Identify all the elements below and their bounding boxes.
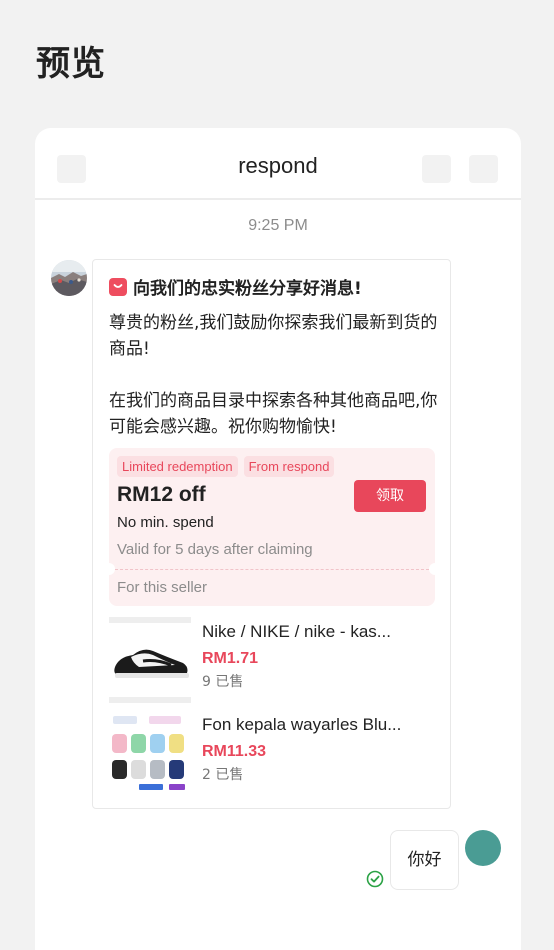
product-name: Fon kepala wayarles Blu... (202, 715, 402, 734)
voucher-validity: Valid for 5 days after claiming (117, 541, 313, 558)
voucher-amount: RM12 off (117, 483, 206, 506)
page-title: 预览 (36, 44, 106, 84)
voucher-card: Limited redemption From respond RM12 off… (103, 448, 441, 606)
voucher-notch (429, 563, 441, 575)
voucher-tag-limited: Limited redemption (117, 456, 238, 477)
product-image-earbuds (109, 710, 191, 796)
shop-avatar[interactable] (51, 260, 87, 296)
product-item[interactable]: Fon kepala wayarles Blu... RM11.33 2 已售 (109, 710, 439, 796)
shopping-bag-icon (109, 277, 127, 296)
outgoing-message-bubble: 你好 (390, 830, 459, 890)
voucher-min-spend: No min. spend (117, 514, 214, 531)
product-image-sneaker (109, 617, 191, 703)
chat-preview-window: respond 9:25 PM 向我们的忠实粉丝分享好消息! 尊贵的粉丝,我们鼓… (35, 128, 521, 950)
voucher-notch (103, 563, 115, 575)
chat-header: respond (35, 128, 521, 200)
product-price: RM11.33 (202, 743, 267, 760)
user-avatar[interactable] (465, 830, 501, 866)
product-sold-count: 9 已售 (202, 674, 244, 690)
more-options-button[interactable] (469, 155, 498, 183)
sent-check-icon (366, 870, 384, 888)
voucher-tag-source: From respond (243, 456, 335, 477)
header-action-button[interactable] (422, 155, 451, 183)
message-title: 向我们的忠实粉丝分享好消息! (133, 279, 362, 299)
message-paragraph: 尊贵的粉丝,我们鼓励你探索我们最新到货的商品! (109, 313, 438, 359)
message-paragraph: 在我们的商品目录中探索各种其他商品吧,你可能会感兴趣。祝你购物愉快! (109, 391, 438, 437)
voucher-divider (115, 569, 429, 570)
product-sold-count: 2 已售 (202, 767, 244, 783)
claim-voucher-button[interactable]: 领取 (354, 480, 426, 512)
product-name: Nike / NIKE / nike - kas... (202, 622, 391, 641)
message-body: 尊贵的粉丝,我们鼓励你探索我们最新到货的商品! 在我们的商品目录中探索各种其他商… (109, 310, 439, 440)
product-item[interactable]: Nike / NIKE / nike - kas... RM1.71 9 已售 (109, 617, 439, 703)
voucher-scope: For this seller (117, 579, 208, 596)
broadcast-message-card: 向我们的忠实粉丝分享好消息! 尊贵的粉丝,我们鼓励你探索我们最新到货的商品! 在… (92, 259, 451, 809)
message-timestamp: 9:25 PM (248, 217, 308, 234)
product-price: RM1.71 (202, 650, 259, 667)
